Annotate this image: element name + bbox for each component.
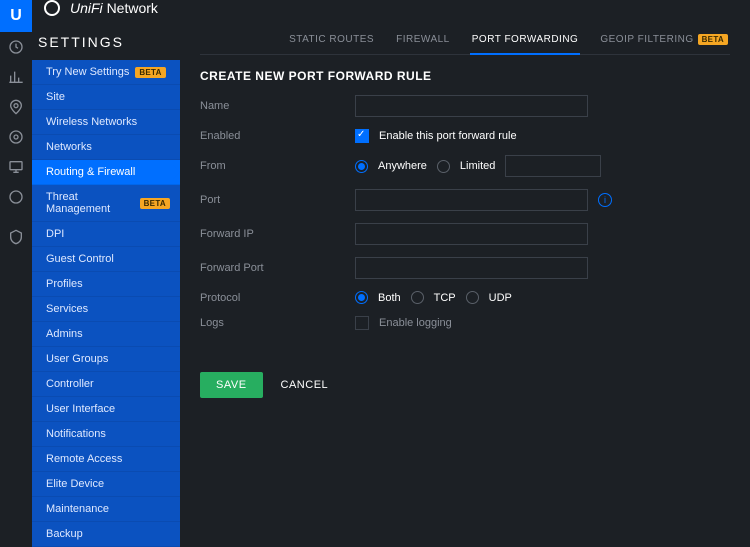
tab-port-forwarding[interactable]: PORT FORWARDING: [470, 28, 581, 55]
sidebar-item-label: Notifications: [46, 428, 106, 440]
sidebar-item-maintenance[interactable]: Maintenance: [32, 497, 180, 522]
app-title: UniFi Network: [70, 0, 158, 16]
sidebar-item-label: User Interface: [46, 403, 115, 415]
port-forward-form: Name Enabled Enable this port forward ru…: [200, 95, 730, 398]
from-limited-radio[interactable]: [437, 160, 450, 173]
sidebar-item-label: Networks: [46, 141, 92, 153]
sidebar-item-site[interactable]: Site: [32, 85, 180, 110]
sidebar-item-label: User Groups: [46, 353, 108, 365]
tab-label: FIREWALL: [396, 34, 450, 45]
enabled-checkbox[interactable]: [355, 129, 369, 143]
label-port: Port: [200, 194, 355, 206]
tab-static-routes[interactable]: STATIC ROUTES: [287, 28, 376, 55]
rail-dashboard-icon[interactable]: [0, 32, 32, 62]
main-panel: STATIC ROUTES FIREWALL PORT FORWARDING GEOI…: [180, 16, 750, 547]
sidebar-item-label: Remote Access: [46, 453, 122, 465]
sidebar-item-label: Services: [46, 303, 88, 315]
beta-badge: BETA: [140, 198, 170, 209]
sidebar-item-routing-firewall[interactable]: Routing & Firewall: [32, 160, 180, 185]
sidebar-item-wireless-networks[interactable]: Wireless Networks: [32, 110, 180, 135]
sidebar-item-label: Routing & Firewall: [46, 166, 135, 178]
unifi-logo[interactable]: U: [0, 0, 32, 32]
from-limited-input[interactable]: [505, 155, 601, 177]
sidebar-item-admins[interactable]: Admins: [32, 322, 180, 347]
sidebar-item-backup[interactable]: Backup: [32, 522, 180, 547]
sidebar-item-profiles[interactable]: Profiles: [32, 272, 180, 297]
name-input[interactable]: [355, 95, 588, 117]
sidebar-item-label: Threat Management: [46, 191, 134, 215]
rail-devices-icon[interactable]: [0, 122, 32, 152]
sidebar-item-label: Try New Settings: [46, 66, 129, 78]
info-icon[interactable]: i: [598, 193, 612, 207]
protocol-tcp-radio[interactable]: [411, 291, 424, 304]
beta-badge: BETA: [698, 34, 728, 45]
icon-rail: U: [0, 0, 32, 511]
sidebar-item-label: Elite Device: [46, 478, 104, 490]
sidebar-item-remote-access[interactable]: Remote Access: [32, 447, 180, 472]
sidebar-item-threat-management[interactable]: Threat Management BETA: [32, 185, 180, 222]
sidebar-item-user-interface[interactable]: User Interface: [32, 397, 180, 422]
tab-geoip-filtering[interactable]: GEOIP FILTERING BETA: [598, 28, 730, 55]
sidebar-item-label: Backup: [46, 528, 83, 540]
from-limited-label[interactable]: Limited: [460, 160, 495, 172]
enabled-checkbox-label[interactable]: Enable this port forward rule: [379, 130, 517, 142]
sidebar-item-label: Profiles: [46, 278, 83, 290]
from-anywhere-label[interactable]: Anywhere: [378, 160, 427, 172]
settings-sidebar: SETTINGS Try New Settings BETA Site Wireles…: [32, 16, 180, 547]
rail-stats-icon[interactable]: [0, 62, 32, 92]
tab-label: GEOIP FILTERING: [600, 34, 693, 45]
protocol-both-radio[interactable]: [355, 291, 368, 304]
forward-port-input[interactable]: [355, 257, 588, 279]
sidebar-item-try-new-settings[interactable]: Try New Settings BETA: [32, 60, 180, 85]
rail-insights-icon[interactable]: [0, 182, 32, 212]
from-anywhere-radio[interactable]: [355, 160, 368, 173]
label-enabled: Enabled: [200, 130, 355, 142]
port-input[interactable]: [355, 189, 588, 211]
tabs: STATIC ROUTES FIREWALL PORT FORWARDING GEOI…: [200, 28, 730, 55]
protocol-udp-radio[interactable]: [466, 291, 479, 304]
tab-firewall[interactable]: FIREWALL: [394, 28, 452, 55]
save-button[interactable]: SAVE: [200, 372, 263, 398]
logs-checkbox[interactable]: [355, 316, 369, 330]
label-logs: Logs: [200, 317, 355, 329]
sidebar-item-label: Site: [46, 91, 65, 103]
sidebar-item-services[interactable]: Services: [32, 297, 180, 322]
beta-badge: BETA: [135, 67, 165, 78]
label-name: Name: [200, 100, 355, 112]
sidebar-item-notifications[interactable]: Notifications: [32, 422, 180, 447]
sidebar-item-label: DPI: [46, 228, 64, 240]
protocol-tcp-label[interactable]: TCP: [434, 292, 456, 304]
topbar: UniFi Network: [32, 0, 750, 16]
sidebar-item-controller[interactable]: Controller: [32, 372, 180, 397]
protocol-udp-label[interactable]: UDP: [489, 292, 512, 304]
page-title: CREATE NEW PORT FORWARD RULE: [200, 55, 730, 95]
sidebar-item-guest-control[interactable]: Guest Control: [32, 247, 180, 272]
label-protocol: Protocol: [200, 292, 355, 304]
sidebar-item-label: Maintenance: [46, 503, 109, 515]
tab-label: PORT FORWARDING: [472, 34, 579, 45]
sidebar-item-elite-device[interactable]: Elite Device: [32, 472, 180, 497]
sidebar-item-label: Admins: [46, 328, 83, 340]
settings-heading: SETTINGS: [32, 34, 180, 60]
protocol-both-label[interactable]: Both: [378, 292, 401, 304]
cancel-button[interactable]: CANCEL: [281, 379, 329, 391]
controller-status-icon: [44, 0, 60, 16]
sidebar-item-networks[interactable]: Networks: [32, 135, 180, 160]
rail-clients-icon[interactable]: [0, 152, 32, 182]
logs-checkbox-label[interactable]: Enable logging: [379, 317, 452, 329]
rail-security-icon[interactable]: [0, 222, 32, 252]
label-from: From: [200, 160, 355, 172]
sidebar-item-label: Controller: [46, 378, 94, 390]
rail-map-icon[interactable]: [0, 92, 32, 122]
sidebar-item-user-groups[interactable]: User Groups: [32, 347, 180, 372]
sidebar-item-label: Wireless Networks: [46, 116, 137, 128]
label-forward-port: Forward Port: [200, 262, 355, 274]
label-forward-ip: Forward IP: [200, 228, 355, 240]
forward-ip-input[interactable]: [355, 223, 588, 245]
sidebar-item-label: Guest Control: [46, 253, 114, 265]
sidebar-item-dpi[interactable]: DPI: [32, 222, 180, 247]
tab-label: STATIC ROUTES: [289, 34, 374, 45]
